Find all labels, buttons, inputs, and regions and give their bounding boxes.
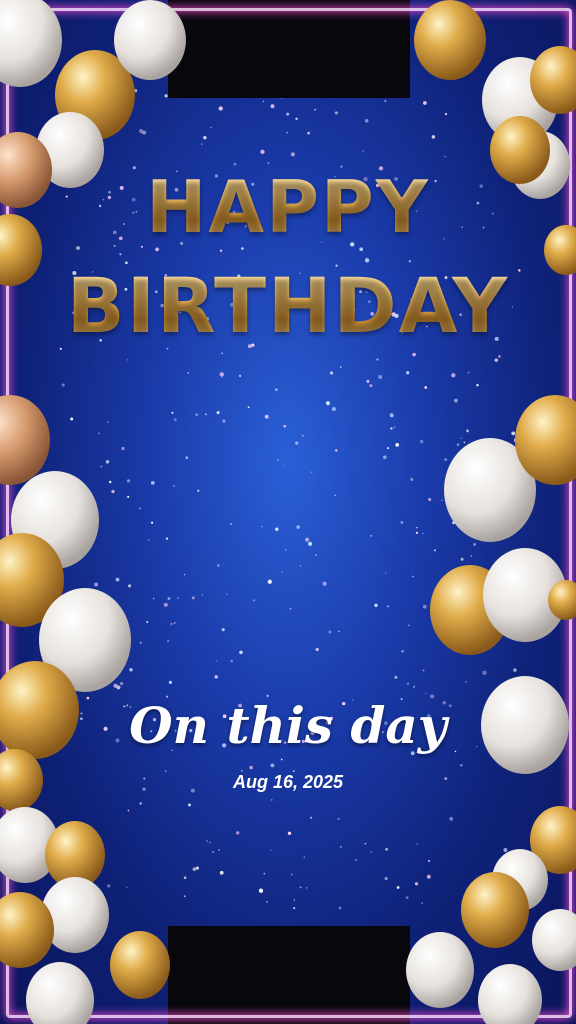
balloon [414,0,486,80]
balloon [461,872,529,948]
happy-birthday-title: HAPPY BIRTHDAY [0,165,576,351]
balloon [114,0,186,80]
title-line-happy: HAPPY [0,165,576,249]
balloon [26,962,94,1024]
balloon [406,932,474,1008]
balloon [532,909,576,971]
balloon [0,0,62,87]
balloon [110,931,170,999]
balloon-decorations [0,0,576,1024]
balloon [0,395,50,485]
balloon [478,964,542,1024]
on-this-day-heading: On this day [129,696,447,755]
date-label: Aug 16, 2025 [232,772,344,792]
title-line-birthday: BIRTHDAY [0,261,576,351]
